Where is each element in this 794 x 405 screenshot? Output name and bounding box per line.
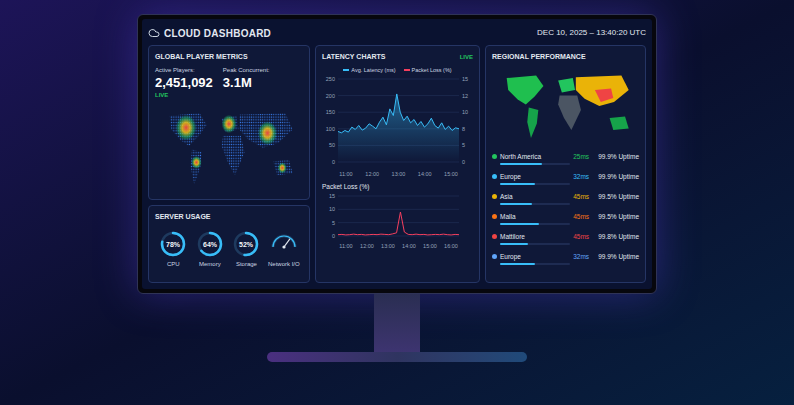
chart-legend: Avg. Latency (ms) Packet Loss (%) [322, 66, 473, 74]
monitor-neck [374, 294, 420, 352]
panel-title: REGIONAL PERFORMANCE [492, 52, 639, 63]
region-row: Mattilore45ms99.8% Uptime [492, 230, 639, 248]
panel-title: LATENCY CHARTS [322, 52, 386, 63]
region-row: Europe32ms99.9% Uptime [492, 250, 639, 268]
svg-text:15: 15 [462, 76, 468, 82]
usage-gauge: Network I/O [268, 229, 300, 269]
svg-text:15:00: 15:00 [423, 243, 437, 249]
svg-text:15: 15 [329, 193, 335, 199]
svg-text:100: 100 [326, 126, 335, 132]
region-bar [500, 263, 570, 265]
live-badge: LIVE [460, 53, 473, 62]
left-column: GLOBAL PLAYER METRICS Active Players:2,45… [148, 45, 310, 283]
stat: Peak Concurrent:3.1M [223, 66, 270, 90]
region-row: Malla45ms99.5% Uptime [492, 210, 639, 228]
network-gauge [269, 229, 299, 259]
svg-text:0: 0 [332, 233, 335, 239]
region-bar [500, 243, 570, 245]
page: CLOUD DASHBOARD DEC 10, 2025 – 13:40:20 U… [0, 0, 794, 405]
svg-text:12:00: 12:00 [365, 171, 379, 177]
region-bar [500, 183, 570, 185]
svg-text:250: 250 [326, 76, 335, 82]
player-metrics-panel: GLOBAL PLAYER METRICS Active Players:2,45… [148, 45, 310, 200]
region-dot [492, 214, 497, 219]
region-row: Asia45ms99.5% Uptime [492, 190, 639, 208]
stat: Active Players:2,451,092 [155, 66, 213, 90]
svg-text:10: 10 [329, 206, 335, 212]
svg-text:13:00: 13:00 [392, 171, 406, 177]
svg-text:16:00: 16:00 [444, 243, 458, 249]
panel-title: GLOBAL PLAYER METRICS [155, 52, 303, 63]
region-dot [492, 154, 497, 159]
latency-chart: 25020015010050015121085011:0012:0013:001… [322, 74, 473, 178]
svg-text:0: 0 [462, 159, 465, 165]
svg-text:8: 8 [462, 126, 465, 132]
svg-text:14:00: 14:00 [418, 171, 432, 177]
region-dot [492, 254, 497, 259]
region-row: North America25ms99.9% Uptime [492, 150, 639, 168]
monitor: CLOUD DASHBOARD DEC 10, 2025 – 13:40:20 U… [137, 14, 657, 294]
monitor-base [267, 352, 527, 362]
usage-gauge: 52%Storage [231, 229, 261, 269]
usage-ring-gauge: 52% [231, 229, 261, 259]
svg-text:150: 150 [326, 109, 335, 115]
svg-text:11:00: 11:00 [339, 171, 352, 177]
region-bar [500, 223, 570, 225]
usage-gauge: 78%CPU [158, 229, 188, 269]
panel-title: SERVER USAGE [155, 212, 303, 223]
latency-panel: LATENCY CHARTS LIVE Avg. Latency (ms) Packe… [315, 45, 480, 283]
svg-text:13:00: 13:00 [381, 243, 395, 249]
player-heatmap [155, 102, 303, 194]
region-dot [492, 194, 497, 199]
dashboard-grid: GLOBAL PLAYER METRICS Active Players:2,45… [148, 45, 646, 283]
region-dot [492, 234, 497, 239]
region-bar [500, 163, 570, 165]
chart-title: Packet Loss (%) [322, 182, 473, 192]
regional-map [492, 66, 639, 146]
svg-text:50: 50 [329, 142, 335, 148]
svg-text:10: 10 [462, 109, 468, 115]
cloud-icon [148, 27, 160, 39]
region-row: Europe32ms99.9% Uptime [492, 170, 639, 188]
svg-text:14:00: 14:00 [402, 243, 416, 249]
svg-text:11:00: 11:00 [339, 243, 352, 249]
svg-text:64%: 64% [203, 241, 218, 248]
dashboard-screen: CLOUD DASHBOARD DEC 10, 2025 – 13:40:20 U… [142, 19, 652, 289]
legend-item: Avg. Latency (ms) [343, 66, 395, 74]
legend-item: Packet Loss (%) [404, 66, 452, 74]
svg-text:200: 200 [326, 92, 335, 98]
dashboard-header: CLOUD DASHBOARD DEC 10, 2025 – 13:40:20 U… [148, 25, 646, 41]
region-bar [500, 203, 570, 205]
svg-text:5: 5 [462, 142, 465, 148]
svg-text:0: 0 [332, 159, 335, 165]
server-usage-panel: SERVER USAGE 78%CPU64%Memory52%StorageNet… [148, 205, 310, 283]
dashboard-title: CLOUD DASHBOARD [164, 26, 271, 41]
svg-text:52%: 52% [239, 241, 254, 248]
datetime: DEC 10, 2025 – 13:40:20 UTC [537, 27, 646, 39]
svg-text:15:00: 15:00 [444, 171, 458, 177]
svg-text:12: 12 [462, 92, 468, 98]
region-dot [492, 174, 497, 179]
svg-text:12:00: 12:00 [360, 243, 374, 249]
svg-text:5: 5 [332, 219, 335, 225]
svg-text:78%: 78% [166, 241, 181, 248]
live-badge: LIVE [155, 91, 303, 100]
packet-loss-chart: 15 10 5 0 11:00 12:00 13:00 14:00 15:00 16:00 [322, 192, 473, 250]
regional-panel: REGIONAL PERFORMANCE North America25ms99.… [485, 45, 646, 283]
region-list: North America25ms99.9% Uptime Europe32ms9… [492, 150, 639, 268]
usage-ring-gauge: 64% [195, 229, 225, 259]
usage-gauge: 64%Memory [195, 229, 225, 269]
usage-ring-gauge: 78% [158, 229, 188, 259]
